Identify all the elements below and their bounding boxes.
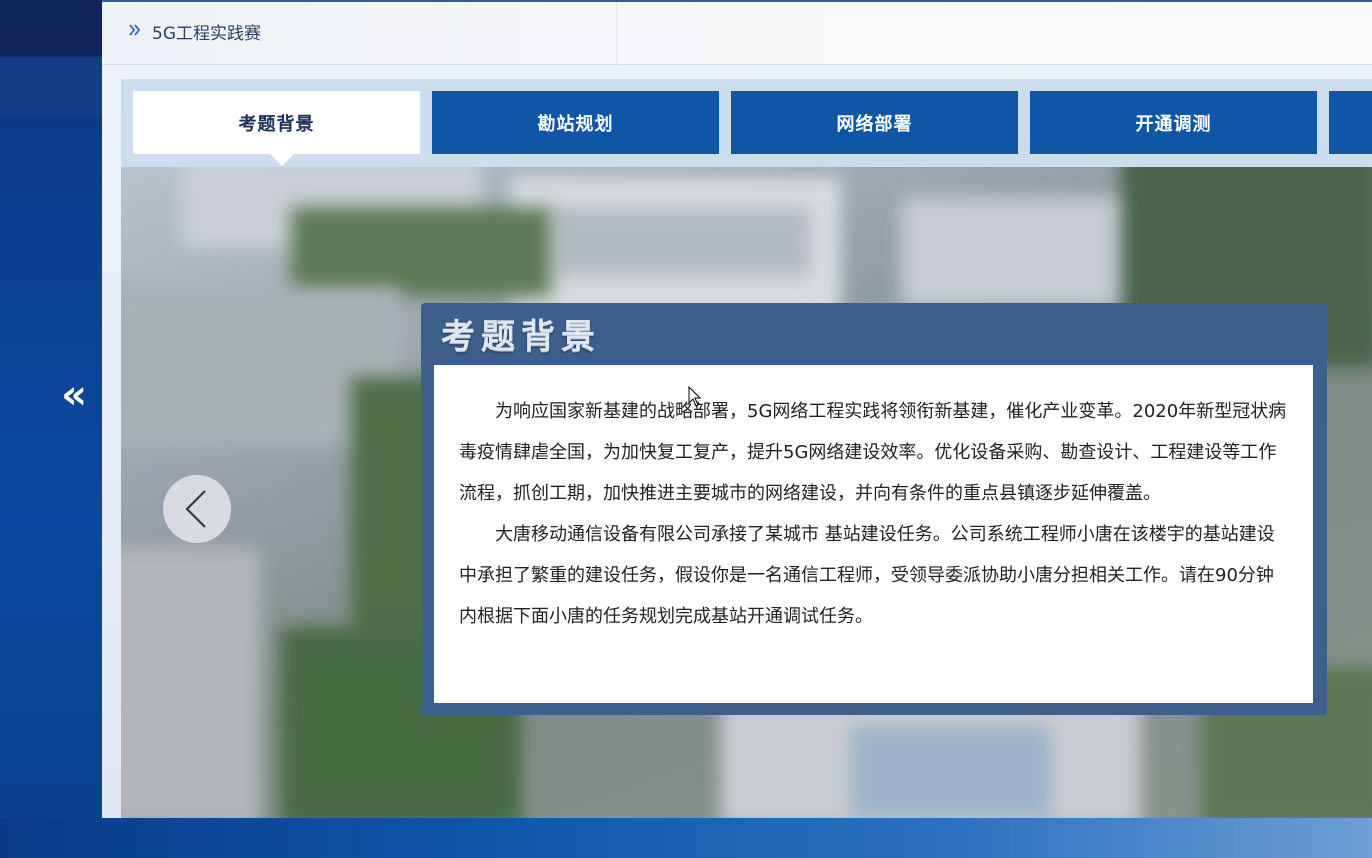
- carousel-prev-button[interactable]: [163, 475, 231, 543]
- double-chevron-right-icon: [128, 20, 142, 46]
- sidebar-top-band: [0, 0, 102, 56]
- card-paragraph: 大唐移动通信设备有限公司承接了某城市 基站建设任务。公司系统工程师小唐在该楼宇的…: [459, 524, 1275, 627]
- content-stage: 考题背景 勘站规划 网络部署 开通调测 考题背景 为响应国家新基建的战略部署，5…: [121, 79, 1372, 818]
- sidebar-mid-band: [0, 58, 102, 116]
- tab-bar: 考题背景 勘站规划 网络部署 开通调测: [133, 91, 1372, 166]
- bottom-bar: [0, 818, 1372, 858]
- sidebar-collapse-button[interactable]: «: [52, 370, 96, 420]
- card-title: 考题背景: [441, 317, 601, 357]
- background-scene-image: 考题背景 为响应国家新基建的战略部署，5G网络工程实践将领衔新基建，催化产业变革…: [121, 167, 1372, 818]
- card-paragraph: 为响应国家新基建的战略部署，5G网络工程实践将领衔新基建，催化产业变革。2020…: [459, 401, 1287, 504]
- tab-background[interactable]: 考题背景: [133, 91, 420, 166]
- card-body: 为响应国家新基建的战略部署，5G网络工程实践将领衔新基建，催化产业变革。2020…: [434, 365, 1313, 703]
- chevron-left-icon: [185, 490, 206, 528]
- main-content: 5G工程实践赛 考题背景 勘站规划 网络部署 开通调测 考题背景 为响应国家新基…: [102, 0, 1372, 818]
- background-info-card: 考题背景 为响应国家新基建的战略部署，5G网络工程实践将领衔新基建，催化产业变革…: [421, 303, 1327, 715]
- tab-commissioning[interactable]: 开通调测: [1030, 91, 1317, 154]
- tab-more[interactable]: [1329, 91, 1372, 154]
- breadcrumb: 5G工程实践赛: [102, 0, 1372, 65]
- left-sidebar: «: [0, 0, 102, 858]
- mouse-cursor-icon: [688, 386, 702, 407]
- tab-site-survey[interactable]: 勘站规划: [432, 91, 719, 154]
- breadcrumb-label[interactable]: 5G工程实践赛: [152, 21, 261, 47]
- breadcrumb-divider: [616, 2, 617, 65]
- tab-network-deploy[interactable]: 网络部署: [731, 91, 1018, 154]
